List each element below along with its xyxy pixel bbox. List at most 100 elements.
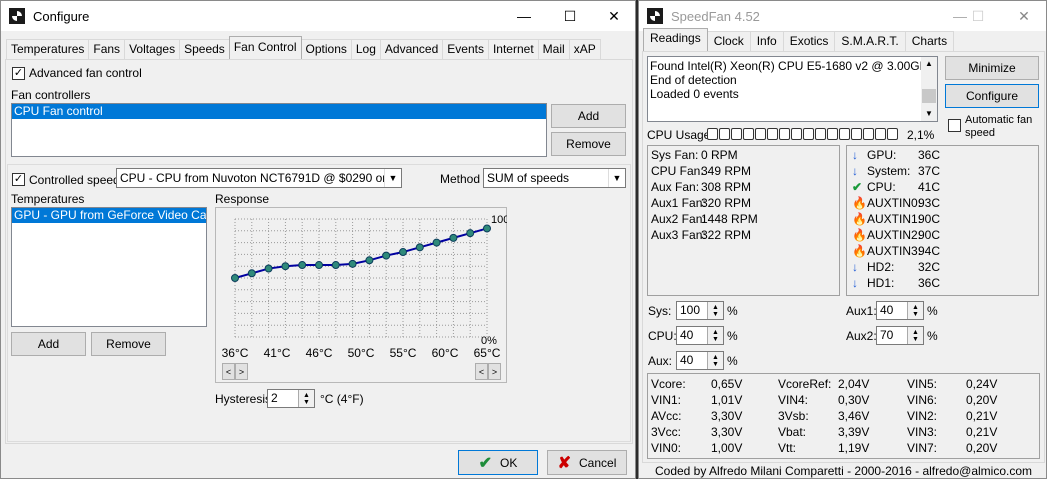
fire-icon: 🔥 [852,244,867,258]
stepper-arrows-icon[interactable]: ▲ ▼ [707,327,723,344]
maximize-icon[interactable]: ☐ [547,1,593,31]
tab-charts[interactable]: Charts [904,31,955,51]
tab-temperatures[interactable]: Temperatures [6,39,90,59]
configure-button[interactable]: Configure [945,84,1039,108]
response-right-scroll-right[interactable]: > [488,363,501,380]
response-left-scroll-right[interactable]: > [235,363,248,380]
controlled-speed-select[interactable]: CPU - CPU from Nuvoton NCT6791D @ $0290 … [116,168,402,188]
scroll-thumb[interactable] [922,89,936,103]
tab-log[interactable]: Log [350,39,381,59]
tab-voltages[interactable]: Voltages [124,39,181,59]
footer-text: Coded by Alfredo Milani Comparetti - 200… [654,464,1033,478]
cpu-usage-cell [779,128,790,140]
voltage-label: Vbat: [778,425,807,439]
tab-s-m-a-r-t-[interactable]: S.M.A.R.T. [834,31,906,51]
temp-label: GPU: [867,148,897,162]
curve-point-handle[interactable] [281,262,290,271]
close-icon[interactable]: ✕ [591,1,637,31]
curve-point-handle[interactable] [247,269,256,278]
fan-controllers-list[interactable]: CPU Fan control [11,103,547,157]
tab-internet[interactable]: Internet [487,39,539,59]
cpu-usage-cell [731,128,742,140]
curve-point-handle[interactable] [399,248,407,257]
response-curve-chart[interactable]: 100%0%36°C41°C46°C50°C55°C60°C65°C [215,207,507,383]
hysteresis-stepper[interactable]: 2 ▲ ▼ [267,389,315,408]
speed-stepper[interactable]: 40 ▲ ▼ [876,301,924,320]
cpu-usage-cell [887,128,898,140]
response-right-scroll-left[interactable]: < [475,363,488,380]
ok-button[interactable]: ✔ OK [458,450,538,475]
voltage-label: VIN7: [907,441,938,455]
speed-stepper[interactable]: 100 ▲ ▼ [676,301,724,320]
cpu-usage-meter [707,128,898,140]
curve-point-handle[interactable] [382,251,391,260]
fire-icon: 🔥 [852,212,867,226]
curve-point-handle[interactable] [415,243,424,252]
arrow-down-icon: ↓ [852,260,858,274]
stepper-arrows-icon[interactable]: ▲ ▼ [907,327,923,344]
temp-value: 94C [918,244,941,258]
speedfan-app-icon [647,8,663,24]
curve-point-handle[interactable] [365,256,374,265]
controlled-speed-checkbox[interactable]: ✓ [12,173,25,186]
speed-stepper[interactable]: 40 ▲ ▼ [676,326,724,345]
fan-controller-add-button[interactable]: Add [551,104,626,128]
maximize-icon[interactable]: ☐ [955,1,1001,31]
response-top-label: 100% [491,214,507,226]
stepper-arrows-icon[interactable]: ▲ ▼ [707,352,723,369]
scroll-down-icon[interactable]: ▼ [921,107,937,121]
tab-readings[interactable]: Readings [643,28,708,51]
minimize-button[interactable]: Minimize [945,56,1039,80]
log-scrollbar[interactable]: ▲ ▼ [921,57,937,121]
voltage-value: 1,00V [711,441,743,455]
cpu-usage-cell [839,128,850,140]
temperature-add-button[interactable]: Add [11,332,86,356]
cpu-usage-cell [863,128,874,140]
close-icon[interactable]: ✕ [1001,1,1047,31]
tab-exotics[interactable]: Exotics [782,31,836,51]
tab-advanced[interactable]: Advanced [379,39,444,59]
tab-xap[interactable]: xAP [568,39,601,59]
minimize-icon[interactable]: — [501,1,547,31]
voltage-value: 0,30V [838,393,870,407]
automatic-fan-speed-checkbox[interactable] [948,119,961,132]
curve-point-handle[interactable] [466,229,475,238]
curve-point-handle[interactable] [331,261,340,270]
stepper-arrows-icon[interactable]: ▲ ▼ [907,302,923,319]
tab-info[interactable]: Info [749,31,784,51]
tab-clock[interactable]: Clock [706,31,751,51]
advanced-fan-control-checkbox[interactable]: ✓ [12,67,25,80]
chevron-down-icon: ▼ [384,169,401,187]
voltage-value: 0,65V [711,377,743,391]
tab-mail[interactable]: Mail [537,39,570,59]
curve-point-handle[interactable] [264,264,273,273]
curve-point-handle[interactable] [298,261,307,270]
speed-stepper[interactable]: 40 ▲ ▼ [676,351,724,370]
log-textbox[interactable]: Found Intel(R) Xeon(R) CPU E5-1680 v2 @ … [647,56,938,122]
temperatures-list[interactable]: GPU - GPU from GeForce Video Card @ [11,207,207,327]
response-left-scroll-left[interactable]: < [222,363,235,380]
tab-fan-control[interactable]: Fan Control [228,36,302,59]
tab-events[interactable]: Events [442,39,489,59]
curve-point-handle[interactable] [483,224,491,233]
cpu-usage-cell [707,128,718,140]
speed-stepper[interactable]: 70 ▲ ▼ [876,326,924,345]
list-item[interactable]: CPU Fan control [12,104,546,119]
tab-speeds[interactable]: Speeds [179,39,230,59]
stepper-arrows-icon[interactable]: ▲ ▼ [707,302,723,319]
curve-point-handle[interactable] [449,233,458,242]
log-line: Found Intel(R) Xeon(R) CPU E5-1680 v2 @ … [650,59,935,73]
curve-point-handle[interactable] [315,261,323,270]
list-item[interactable]: GPU - GPU from GeForce Video Card @ [12,208,206,223]
method-select[interactable]: SUM of speeds ▼ [483,168,626,188]
temperature-remove-button[interactable]: Remove [91,332,166,356]
curve-point-handle[interactable] [231,274,239,282]
tab-fans[interactable]: Fans [88,39,126,59]
curve-point-handle[interactable] [432,238,441,247]
tab-options[interactable]: Options [300,39,352,59]
curve-point-handle[interactable] [348,259,357,268]
cancel-button[interactable]: ✘ Cancel [547,450,627,475]
stepper-arrows-icon[interactable]: ▲ ▼ [298,390,314,407]
fan-controller-remove-button[interactable]: Remove [551,132,626,156]
scroll-up-icon[interactable]: ▲ [921,57,937,71]
